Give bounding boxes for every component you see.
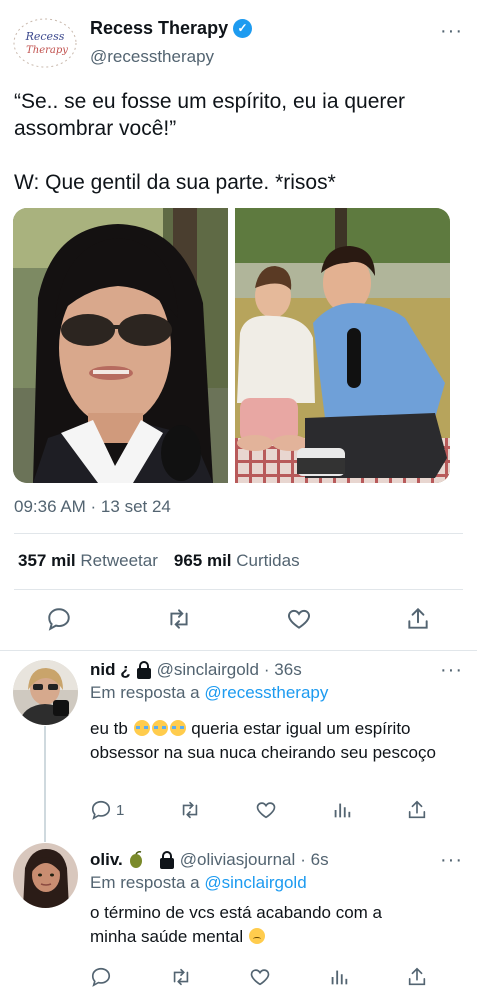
analytics-icon[interactable] [331, 799, 353, 821]
reply-header: nid ¿ @sinclairgold · 36s [90, 660, 302, 680]
author-avatar[interactable]: Recess Therapy [12, 17, 78, 69]
reply-button[interactable]: 1 [90, 799, 124, 821]
reply-author-handle[interactable]: @sinclairgold [157, 660, 259, 680]
retweet-count: 357 mil [18, 551, 76, 570]
olive-emoji-icon [128, 851, 144, 869]
divider [0, 650, 477, 651]
reply-avatar[interactable] [13, 660, 78, 725]
reply-text: eu tb queria estar igual um espírito obs… [90, 717, 460, 765]
tweet-text: “Se.. se eu fosse um espírito, eu ia que… [14, 90, 406, 194]
crying-emoji-icon [169, 720, 186, 736]
reply-author-name[interactable]: oliv. [90, 850, 123, 870]
reply-prefix: Em resposta a [90, 873, 200, 892]
tweet-photo-2[interactable] [235, 208, 450, 483]
reply-action-bar: 1 [90, 799, 428, 821]
reply-time[interactable]: · 6s [300, 850, 328, 870]
tweet-timestamp[interactable]: 09:36 AM · 13 set 24 [14, 497, 171, 517]
more-options-icon[interactable]: ··· [440, 849, 463, 872]
reply-context: Em resposta a @sinclairgold [90, 873, 307, 893]
share-icon[interactable] [406, 799, 428, 821]
reply-prefix: Em resposta a [90, 683, 200, 702]
reply-avatar[interactable] [13, 843, 78, 908]
reply-to-link[interactable]: @recesstherapy [204, 683, 328, 702]
sad-face-emoji-icon [248, 928, 265, 944]
divider [14, 533, 463, 534]
reply-author-handle[interactable]: @oliviasjournal [180, 850, 296, 870]
author-name[interactable]: Recess Therapy [90, 18, 228, 39]
reply-text-body: o término de vcs está acabando com a min… [90, 903, 382, 946]
tweet-action-bar [46, 606, 431, 632]
svg-text:Recess: Recess [25, 30, 65, 43]
retweet-stat[interactable]: 357 mil Retweetar [18, 551, 158, 571]
like-heart-icon[interactable] [249, 966, 271, 988]
reply-text: o término de vcs está acabando com a min… [90, 901, 430, 949]
like-heart-icon[interactable] [255, 799, 277, 821]
verified-badge-icon: ✓ [233, 19, 253, 38]
reply-author-name[interactable]: nid ¿ [90, 660, 131, 680]
retweet-label: Retweetar [80, 551, 158, 570]
share-icon[interactable] [405, 606, 431, 632]
author-handle[interactable]: @recesstherapy [90, 47, 214, 67]
retweet-icon[interactable] [169, 966, 193, 988]
reply-time[interactable]: · 36s [264, 660, 302, 680]
like-label: Curtidas [236, 551, 300, 570]
reply-context: Em resposta a @recesstherapy [90, 683, 328, 703]
lock-icon [136, 661, 152, 679]
retweet-icon[interactable] [165, 606, 193, 632]
reply-action-bar [90, 966, 428, 988]
reply-count: 1 [116, 801, 125, 819]
share-icon[interactable] [406, 966, 428, 988]
svg-text:Therapy: Therapy [26, 45, 68, 56]
tweet-stats: 357 mil Retweetar 965 mil Curtidas [18, 551, 300, 571]
crying-emoji-icon [133, 720, 150, 736]
reply-to-link[interactable]: @sinclairgold [204, 873, 306, 892]
reply-icon[interactable] [90, 966, 112, 988]
tweet-photo-1[interactable] [13, 208, 228, 483]
retweet-icon[interactable] [178, 799, 202, 821]
like-heart-icon[interactable] [286, 606, 312, 632]
reply-text-start: eu tb [90, 719, 128, 738]
divider [14, 589, 463, 590]
more-options-icon[interactable]: ··· [440, 659, 463, 682]
analytics-icon[interactable] [328, 966, 350, 988]
thread-connector-line [44, 726, 46, 842]
like-count: 965 mil [173, 551, 232, 570]
more-options-icon[interactable]: ··· [440, 20, 463, 43]
reply-icon [90, 799, 112, 821]
crying-emoji-icon [151, 720, 168, 736]
author-name-row[interactable]: Recess Therapy ✓ [90, 18, 253, 39]
lock-icon [159, 851, 175, 869]
like-stat[interactable]: 965 mil Curtidas [174, 551, 300, 571]
reply-header: oliv. @oliviasjournal · 6s [90, 850, 329, 870]
reply-icon[interactable] [46, 606, 72, 632]
